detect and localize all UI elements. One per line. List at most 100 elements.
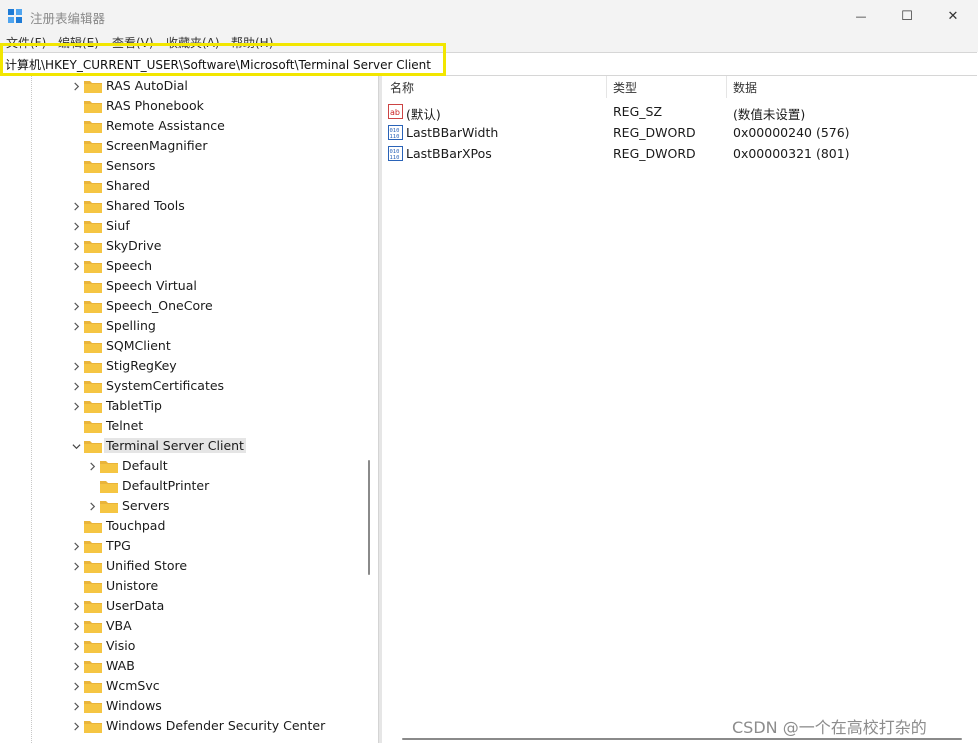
tree-item[interactable]: Spelling [0, 316, 360, 336]
tree-item[interactable]: DefaultPrinter [0, 476, 360, 496]
tree-scrollbar-thumb[interactable] [368, 460, 370, 575]
watermark: CSDN @一个在高校打杂的 [732, 718, 927, 737]
chevron-right-icon[interactable] [70, 379, 82, 393]
tree-item[interactable]: Touchpad [0, 516, 360, 536]
tree-item[interactable]: TPG [0, 536, 360, 556]
folder-icon [84, 599, 102, 613]
window-title: 注册表编辑器 [30, 11, 106, 26]
tree-item[interactable]: ScreenMagnifier [0, 136, 360, 156]
tree-item-label: Unified Store [106, 558, 188, 573]
tree-item[interactable]: Terminal Server Client [0, 436, 360, 456]
tree-item[interactable]: Windows [0, 696, 360, 716]
tree-item[interactable]: Visio [0, 636, 360, 656]
column-header-type[interactable]: 类型 [613, 79, 637, 96]
tree-item[interactable]: Speech [0, 256, 360, 276]
tree-item-label: RAS Phonebook [106, 98, 204, 113]
maximize-button[interactable]: ☐ [884, 0, 930, 32]
chevron-right-icon[interactable] [70, 319, 82, 333]
value-data: 0x00000321 (801) [733, 146, 850, 161]
tree-item[interactable]: TabletTip [0, 396, 360, 416]
tree-item-label: WcmSvc [106, 678, 160, 693]
minimize-button[interactable]: — [838, 0, 884, 32]
tree-item[interactable]: Shared Tools [0, 196, 360, 216]
values-pane[interactable]: 名称 类型 数据 ab (默认) REG_SZ (数值未设置) 010 110 LastBB… [382, 76, 978, 743]
tree-item[interactable]: RAS AutoDial [0, 76, 360, 96]
chevron-right-icon[interactable] [70, 259, 82, 273]
value-row[interactable]: ab (默认) REG_SZ (数值未设置) [382, 101, 978, 122]
chevron-right-icon[interactable] [70, 199, 82, 213]
close-button[interactable]: ✕ [930, 0, 976, 32]
chevron-right-icon[interactable] [70, 239, 82, 253]
tree-item-label: Telnet [106, 418, 144, 433]
chevron-right-icon[interactable] [70, 619, 82, 633]
chevron-right-icon[interactable] [70, 539, 82, 553]
column-header-name[interactable]: 名称 [390, 79, 414, 96]
tree-item-label: Shared [106, 178, 151, 193]
title-bar: 注册表编辑器 — ☐ ✕ [0, 0, 978, 32]
tree-item[interactable]: Speech_OneCore [0, 296, 360, 316]
folder-icon [84, 139, 102, 153]
tree-item[interactable]: Telnet [0, 416, 360, 436]
chevron-right-icon[interactable] [70, 79, 82, 93]
tree-item[interactable]: UserData [0, 596, 360, 616]
tree-item[interactable]: SkyDrive [0, 236, 360, 256]
tree-item[interactable]: VBA [0, 616, 360, 636]
value-type: REG_DWORD [613, 146, 696, 161]
tree-item-label: Visio [106, 638, 136, 653]
chevron-right-icon[interactable] [70, 359, 82, 373]
column-separator[interactable] [606, 76, 607, 98]
tree-item[interactable]: Remote Assistance [0, 116, 360, 136]
folder-icon [84, 119, 102, 133]
tree-item-label: Windows Defender Security Center [106, 718, 326, 733]
column-separator[interactable] [726, 76, 727, 98]
folder-icon [84, 259, 102, 273]
tree-item[interactable]: Servers [0, 496, 360, 516]
value-row[interactable]: 010 110 LastBBarXPos REG_DWORD 0x00000321 (8… [382, 143, 978, 164]
tree-item-label: WAB [106, 658, 135, 673]
tree-item-label: Unistore [106, 578, 159, 593]
tree-item-label: Speech Virtual [106, 278, 197, 293]
tree-item-label: VBA [106, 618, 132, 633]
values-scrollbar-thumb[interactable] [402, 738, 962, 740]
chevron-down-icon[interactable] [70, 439, 82, 453]
value-name: LastBBarWidth [406, 125, 499, 140]
tree-item[interactable]: Unified Store [0, 556, 360, 576]
tree-item[interactable]: Windows Defender Security Center [0, 716, 360, 736]
value-name: LastBBarXPos [406, 146, 492, 161]
chevron-right-icon[interactable] [70, 699, 82, 713]
tree-item[interactable]: Unistore [0, 576, 360, 596]
tree-item[interactable]: Default [0, 456, 360, 476]
folder-icon [100, 459, 118, 473]
tree-item[interactable]: WAB [0, 656, 360, 676]
folder-icon [84, 99, 102, 113]
tree-item[interactable]: RAS Phonebook [0, 96, 360, 116]
key-tree-pane[interactable]: RAS AutoDial RAS Phonebook Remote Assistan… [0, 76, 378, 743]
tree-item[interactable]: StigRegKey [0, 356, 360, 376]
chevron-right-icon[interactable] [86, 459, 98, 473]
chevron-right-icon[interactable] [86, 499, 98, 513]
chevron-right-icon[interactable] [70, 219, 82, 233]
chevron-right-icon[interactable] [70, 399, 82, 413]
value-name: (默认) [406, 107, 441, 122]
column-header-data[interactable]: 数据 [733, 79, 757, 96]
folder-icon [84, 439, 102, 453]
tree-item[interactable]: SystemCertificates [0, 376, 360, 396]
tree-item[interactable]: Speech Virtual [0, 276, 360, 296]
chevron-right-icon[interactable] [70, 559, 82, 573]
chevron-right-icon[interactable] [70, 719, 82, 733]
tree-item[interactable]: Siuf [0, 216, 360, 236]
chevron-right-icon[interactable] [70, 639, 82, 653]
chevron-right-icon[interactable] [70, 659, 82, 673]
tree-item[interactable]: Shared [0, 176, 360, 196]
value-row[interactable]: 010 110 LastBBarWidth REG_DWORD 0x00000240 (… [382, 122, 978, 143]
chevron-right-icon[interactable] [70, 679, 82, 693]
tree-item[interactable]: WcmSvc [0, 676, 360, 696]
tree-item-label: UserData [106, 598, 165, 613]
chevron-right-icon[interactable] [70, 299, 82, 313]
tree-item[interactable]: Sensors [0, 156, 360, 176]
tree-item-label: Shared Tools [106, 198, 185, 213]
tree-item[interactable]: SQMClient [0, 336, 360, 356]
chevron-right-icon[interactable] [70, 599, 82, 613]
minimize-icon: — [855, 9, 867, 23]
registry-editor-icon [8, 9, 22, 23]
